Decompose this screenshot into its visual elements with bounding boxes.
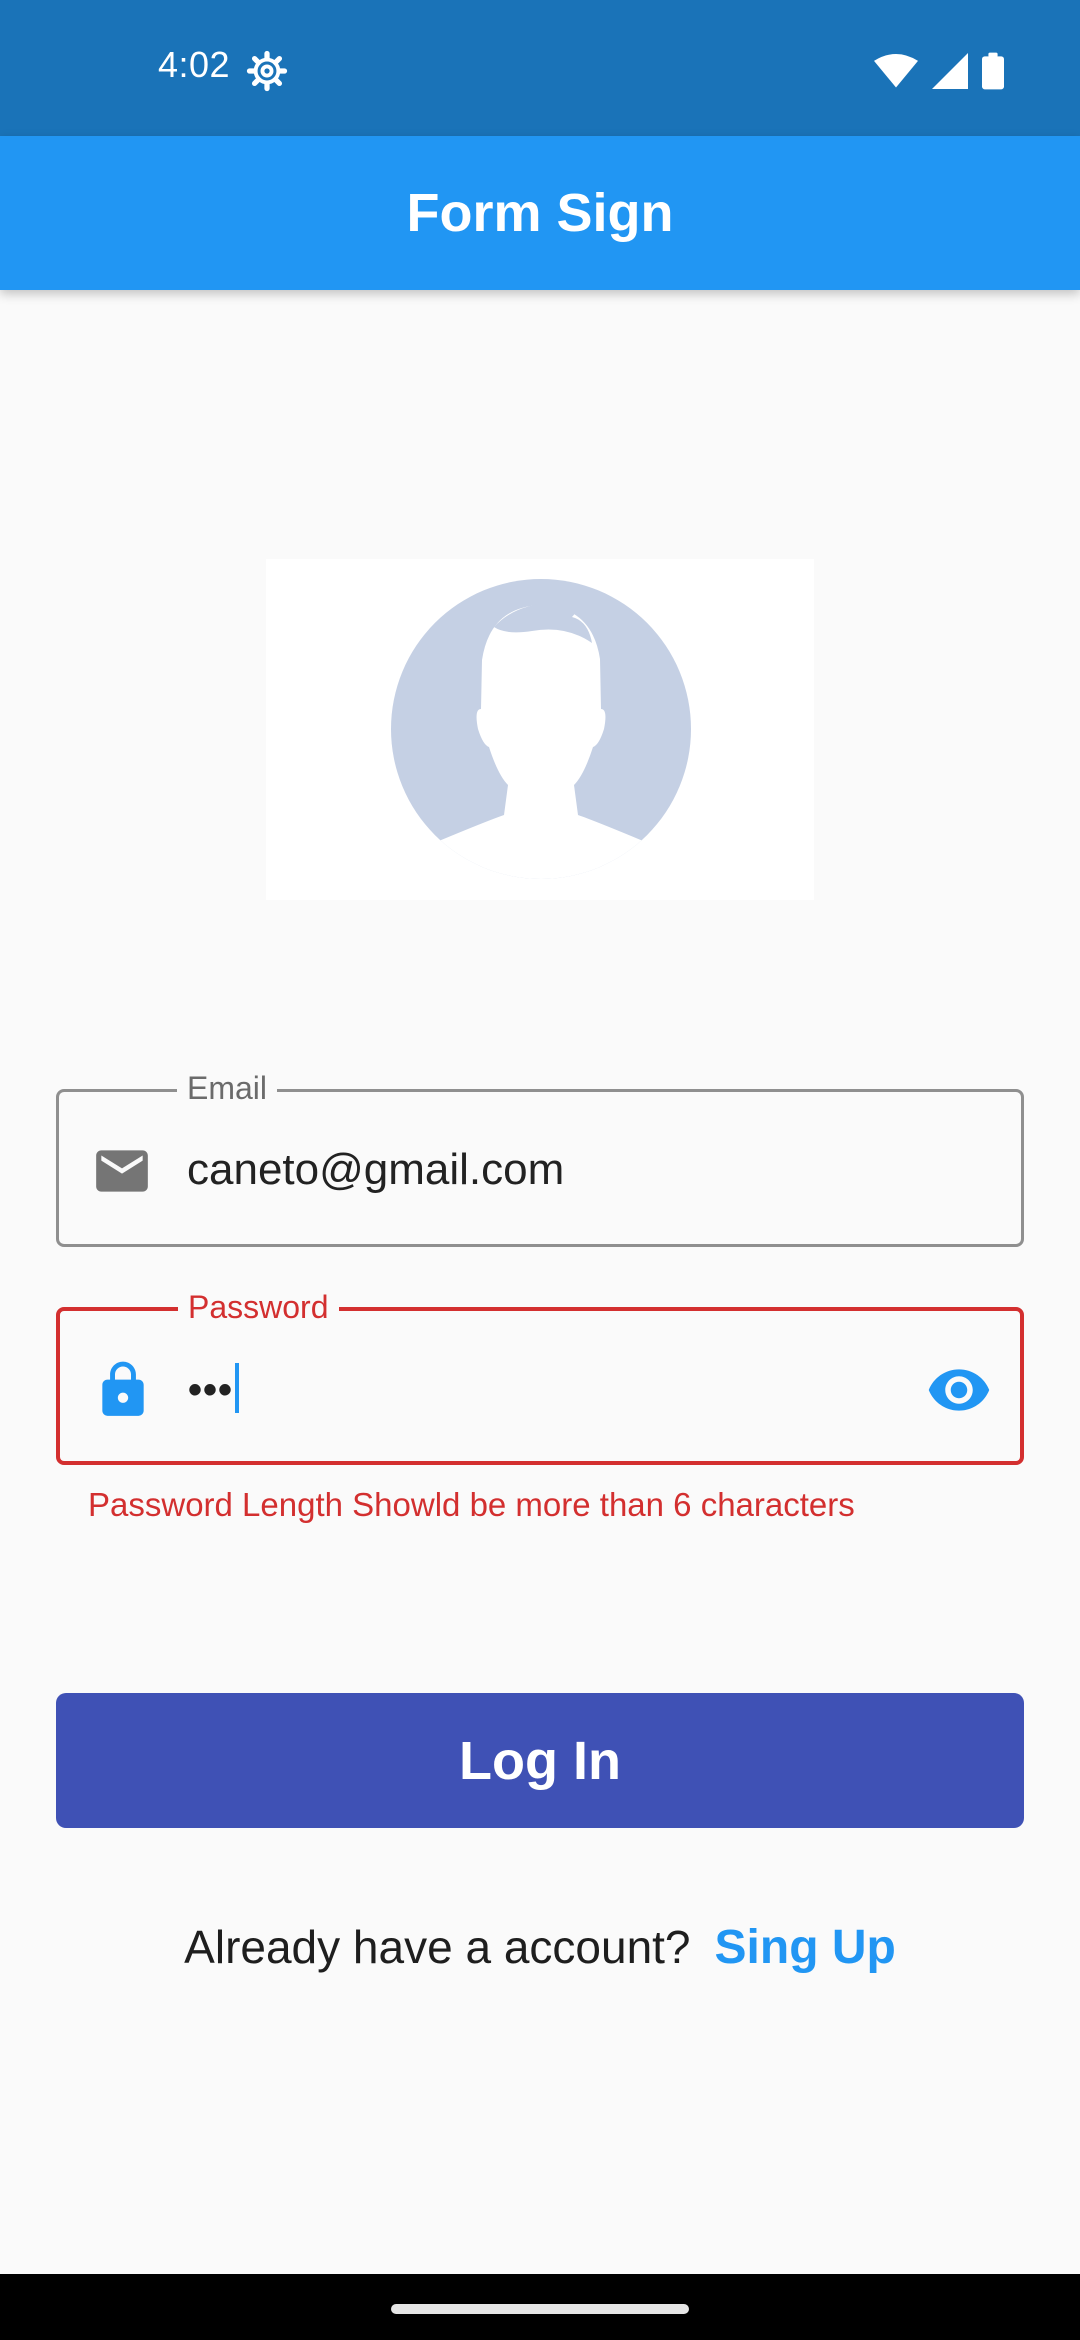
app-bar: Form Sign bbox=[0, 136, 1080, 290]
password-error: Password Length Showld be more than 6 ch… bbox=[88, 1486, 855, 1523]
settings-gear-icon bbox=[246, 50, 288, 92]
navigation-bar bbox=[0, 2274, 1080, 2340]
wifi-icon bbox=[874, 54, 918, 88]
home-indicator[interactable] bbox=[391, 2304, 689, 2314]
eye-icon[interactable] bbox=[926, 1357, 992, 1423]
email-field[interactable]: Email caneto@gmail.com bbox=[56, 1066, 1024, 1247]
email-value: caneto@gmail.com bbox=[187, 1145, 565, 1194]
password-field[interactable]: Password ••• bbox=[56, 1285, 1024, 1465]
status-time: 4:02 bbox=[158, 44, 231, 85]
avatar bbox=[266, 559, 814, 900]
email-label: Email bbox=[177, 1066, 278, 1110]
cell-signal-icon bbox=[932, 53, 968, 89]
password-value: ••• bbox=[188, 1361, 240, 1418]
page-title: Form Sign bbox=[406, 183, 674, 243]
login-button[interactable]: Log In bbox=[56, 1693, 1024, 1828]
lock-icon bbox=[102, 1361, 144, 1416]
signup-prompt: Already have a account? bbox=[184, 1921, 691, 1973]
text-cursor bbox=[235, 1363, 240, 1414]
battery-icon bbox=[982, 52, 1004, 90]
status-icons bbox=[874, 52, 1004, 90]
person-silhouette-icon bbox=[391, 579, 691, 879]
password-label: Password bbox=[178, 1285, 339, 1329]
status-bar: 4:02 bbox=[0, 0, 1080, 136]
signup-row: Already have a account? Sing Up bbox=[0, 1920, 1080, 1975]
mail-icon bbox=[96, 1150, 148, 1192]
password-masked-text: ••• bbox=[188, 1368, 234, 1412]
signup-link[interactable]: Sing Up bbox=[715, 1920, 896, 1975]
